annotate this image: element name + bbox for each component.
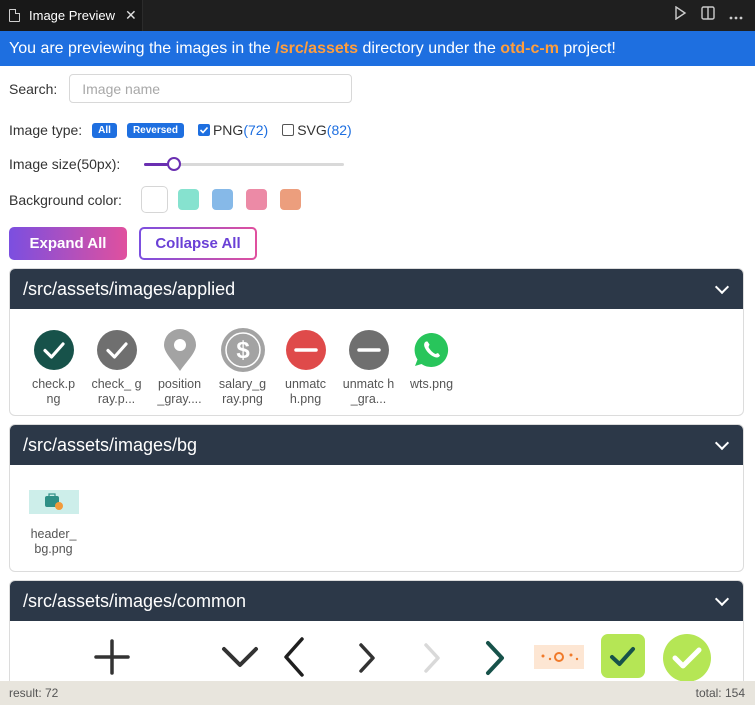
search-label: Search: <box>9 80 58 97</box>
group-bg: /src/assets/images/bg header_ bg.png <box>9 424 744 572</box>
group-header[interactable]: /src/assets/images/applied <box>10 269 743 309</box>
chevron-left-icon <box>284 637 304 677</box>
image-type-label: Image type: <box>9 122 83 138</box>
image-item[interactable]: $ salary_g ray.png <box>211 325 274 407</box>
background-color-label: Background color: <box>9 191 122 208</box>
search-input[interactable] <box>69 74 353 103</box>
group-title: /src/assets/images/bg <box>23 434 198 455</box>
chevron-down-icon <box>222 647 258 667</box>
close-icon[interactable]: ✕ <box>125 7 137 24</box>
svg-count: (82) <box>326 122 352 138</box>
image-name: unmatc h_gra... <box>342 377 395 406</box>
tab-image-preview[interactable]: Image Preview ✕ <box>0 0 143 31</box>
editor-tab-bar: Image Preview ✕ <box>0 0 755 31</box>
swatch-pink[interactable] <box>245 189 267 210</box>
group-header[interactable]: /src/assets/images/bg <box>10 425 743 465</box>
slider-fill <box>144 163 169 166</box>
chevron-right-teal-icon <box>486 641 504 675</box>
image-name: position _gray.... <box>157 377 202 406</box>
run-icon[interactable] <box>674 5 687 25</box>
image-size-label: Image size(50px): <box>9 156 121 172</box>
slider-handle[interactable] <box>167 157 182 171</box>
chevron-right-icon <box>359 643 375 673</box>
image-item[interactable]: check.p ng <box>22 325 85 407</box>
split-editor-icon[interactable] <box>701 6 715 25</box>
banner-directory: /src/assets <box>275 39 358 57</box>
more-actions-icon[interactable] <box>729 7 743 25</box>
minus-red-circle-icon <box>281 325 331 375</box>
chevron-down-icon[interactable] <box>714 435 730 450</box>
chevron-down-icon[interactable] <box>714 279 730 294</box>
image-name: wts.png <box>409 377 454 391</box>
reversed-button[interactable]: Reversed <box>126 122 184 138</box>
editor-actions <box>674 5 755 25</box>
image-item[interactable]: unmatc h_gra... <box>337 325 400 407</box>
orange-dots-icon <box>534 645 584 669</box>
background-color-row: Background color: <box>9 186 314 213</box>
image-item[interactable]: position _gray.... <box>148 325 211 407</box>
png-label: PNG <box>212 122 244 138</box>
image-item[interactable]: unmatc h.png <box>274 325 337 407</box>
png-checkbox[interactable] <box>197 124 210 136</box>
chevron-right-light-icon <box>424 643 440 673</box>
group-applied: /src/assets/images/applied check.p ng ch… <box>9 268 744 416</box>
collapse-all-button[interactable]: Collapse All <box>139 227 257 260</box>
search-row: Search: <box>9 74 353 103</box>
header-bg-icon <box>28 489 79 515</box>
tab-title: Image Preview <box>29 8 115 23</box>
image-size-slider[interactable] <box>144 157 345 171</box>
banner-project: otd-c-m <box>500 39 559 57</box>
image-item[interactable]: check_ gray.p... <box>85 325 148 407</box>
svg-text:$: $ <box>236 337 250 364</box>
whatsapp-icon <box>407 325 457 375</box>
image-size-row: Image size(50px): <box>9 156 345 172</box>
image-item[interactable]: wts.png <box>400 325 463 407</box>
status-bar: result: 72 total: 154 <box>0 681 755 705</box>
check-square-green-icon <box>601 634 645 678</box>
total-count: total: 154 <box>695 686 745 700</box>
swatch-peach[interactable] <box>279 189 301 210</box>
image-list: check.p ng check_ gray.p... position _gr… <box>10 309 743 407</box>
swatch-blue[interactable] <box>211 189 233 210</box>
swatch-mint[interactable] <box>177 189 199 210</box>
chevron-down-icon[interactable] <box>714 591 730 606</box>
banner-prefix: You are previewing the images in the <box>9 39 271 57</box>
group-title: /src/assets/images/applied <box>23 278 236 299</box>
image-name: check.p ng <box>31 377 76 406</box>
info-banner: You are previewing the images in the /sr… <box>0 31 755 66</box>
group-header[interactable]: /src/assets/images/common <box>10 581 743 621</box>
all-button[interactable]: All <box>92 122 117 138</box>
location-pin-gray-icon <box>155 325 205 375</box>
banner-suffix: project! <box>563 39 616 57</box>
banner-middle: directory under the <box>362 39 496 57</box>
dollar-gray-circle-icon: $ <box>218 325 268 375</box>
check-dark-circle-icon <box>29 325 79 375</box>
svg-checkbox[interactable] <box>282 124 295 136</box>
png-count: (72) <box>243 122 269 138</box>
minus-gray-circle-icon <box>344 325 394 375</box>
image-name: unmatc h.png <box>285 377 326 406</box>
result-count: result: 72 <box>9 686 59 700</box>
image-list: header_ bg.png <box>10 465 743 557</box>
plus-icon <box>94 639 130 675</box>
check-gray-circle-icon <box>92 325 142 375</box>
image-name: salary_g ray.png <box>218 377 267 406</box>
swatch-white[interactable] <box>140 186 168 213</box>
file-icon <box>9 9 20 22</box>
expand-all-button[interactable]: Expand All <box>9 227 127 260</box>
image-name: header_ bg.png <box>30 527 77 556</box>
image-item[interactable]: header_ bg.png <box>22 489 85 557</box>
svg-label: SVG <box>297 122 327 138</box>
image-type-row: Image type: All Reversed PNG (72) SVG (82) <box>9 122 352 138</box>
check-circle-green-icon <box>663 634 711 682</box>
image-name: check_ gray.p... <box>91 377 142 406</box>
group-title: /src/assets/images/common <box>23 590 247 611</box>
